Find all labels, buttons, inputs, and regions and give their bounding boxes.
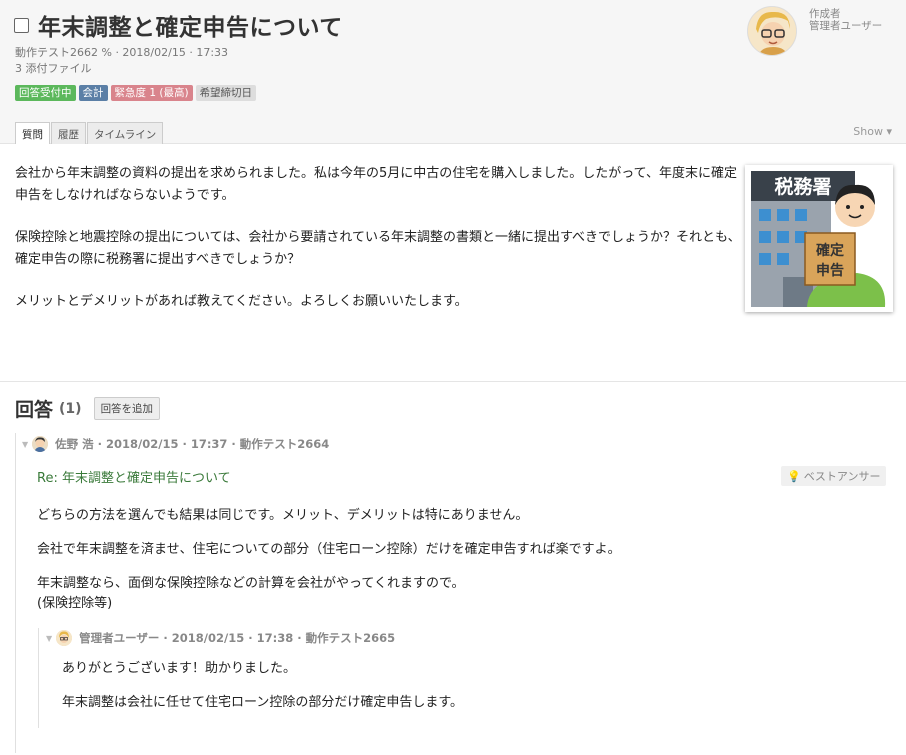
sign-text: 税務署	[774, 175, 831, 198]
tax-office-illustration[interactable]: 税務署 確定 申告	[745, 165, 893, 312]
paper-text-1: 確定	[816, 242, 844, 259]
reply-meta-text: 管理者ユーザー · 2018/02/15 · 17:38 · 動作テスト2665	[79, 631, 396, 645]
answer-body: どちらの方法を選んでも結果は同じです。メリット、デメリットは特にありません。 会…	[37, 506, 837, 614]
status-badge[interactable]: 回答受付中	[15, 85, 76, 101]
author-block: 作成者 管理者ユーザー	[747, 6, 884, 56]
tag-list: 回答受付中 会計 緊急度 1 (最高) 希望締切日	[15, 85, 257, 101]
lightbulb-icon: 💡	[787, 469, 801, 483]
answer-meta-text: 佐野 浩 · 2018/02/15 · 17:37 · 動作テスト2664	[55, 437, 330, 451]
tab-history[interactable]: 履歴	[51, 122, 86, 144]
collapse-icon[interactable]: ▼	[46, 634, 52, 643]
thread-line	[15, 433, 16, 753]
answers-header: 回答 (1) 回答を追加	[15, 395, 161, 422]
question-paragraph: メリットとデメリットがあれば教えてください。よろしくお願いいたします。	[15, 294, 468, 309]
author-avatar-icon	[748, 7, 796, 55]
best-answer-label: ベストアンサー	[803, 470, 881, 483]
answers-title: 回答	[15, 399, 54, 421]
answerer-avatar-icon	[32, 436, 49, 452]
paper-text-2: 申告	[816, 262, 844, 279]
answer-title-link[interactable]: Re: 年末調整と確定申告について	[37, 467, 231, 486]
category-badge[interactable]: 会計	[78, 85, 108, 101]
title-row: 年末調整と確定申告について	[14, 8, 343, 42]
question-meta: 動作テスト2662 % · 2018/02/15 · 17:33	[15, 46, 229, 59]
question-header: 年末調整と確定申告について 動作テスト2662 % · 2018/02/15 ·…	[0, 0, 906, 144]
author-label: 作成者	[809, 8, 841, 20]
answers-count: (1)	[59, 400, 82, 417]
answer-meta: ▼ 佐野 浩 · 2018/02/15 · 17:37 · 動作テスト2664	[22, 436, 329, 452]
avatar[interactable]	[747, 6, 797, 56]
reply-meta: ▼ 管理者ユーザー · 2018/02/15 · 17:38 · 動作テスト26…	[46, 630, 395, 646]
reply-thread-line	[38, 628, 39, 728]
best-answer-button[interactable]: 💡 ベストアンサー	[781, 466, 887, 486]
author-text: 作成者 管理者ユーザー	[809, 6, 884, 32]
avatar[interactable]	[56, 630, 73, 646]
tab-bar: 質問 履歴 タイムライン	[15, 122, 164, 144]
reply-paragraph: ありがとうございます！助かりました。	[62, 661, 297, 676]
question-body: 会社から年末調整の資料の提出を求められました。私は今年の5月に中古の住宅を購入し…	[15, 163, 745, 333]
answer-paragraph: どちらの方法を選んでも結果は同じです。メリット、デメリットは特にありません。	[37, 508, 529, 523]
tab-question[interactable]: 質問	[15, 122, 50, 144]
urgency-badge[interactable]: 緊急度 1 (最高)	[110, 85, 193, 101]
attachments-link[interactable]: 3 添付ファイル	[15, 60, 92, 76]
author-name[interactable]: 管理者ユーザー	[809, 20, 884, 32]
collapse-icon[interactable]: ▼	[22, 440, 28, 449]
answer-paragraph: 年末調整なら、面倒な保険控除などの計算を会社がやってくれますので。	[37, 576, 465, 591]
show-dropdown[interactable]: Show ▾	[853, 125, 892, 138]
show-label: Show	[853, 125, 883, 138]
question-paragraph: 会社から年末調整の資料の提出を求められました。私は今年の5月に中古の住宅を購入し…	[15, 166, 737, 203]
add-answer-button[interactable]: 回答を追加	[93, 397, 161, 420]
question-paragraph: 保険控除と地震控除の提出については、会社から要請されている年末調整の書類と一緒に…	[15, 230, 741, 267]
reply-body: ありがとうございます！助かりました。 年末調整は会社に任せて住宅ローン控除の部分…	[62, 659, 463, 727]
reply-paragraph: 年末調整は会社に任せて住宅ローン控除の部分だけ確定申告します。	[62, 695, 464, 710]
answer-paragraph: (保険控除等)	[37, 596, 113, 611]
deadline-badge[interactable]: 希望締切日	[195, 85, 257, 101]
question-title: 年末調整と確定申告について	[38, 15, 343, 41]
avatar[interactable]	[32, 436, 49, 452]
tax-office-icon: 税務署 確定 申告	[751, 171, 886, 307]
answer-paragraph: 会社で年末調整を済ませ、住宅についての部分（住宅ローン控除）だけを確定申告すれば…	[37, 542, 621, 557]
section-divider	[0, 381, 906, 382]
tab-timeline[interactable]: タイムライン	[87, 122, 164, 144]
resolve-checkbox[interactable]	[14, 17, 29, 33]
admin-avatar-icon	[56, 630, 73, 646]
chevron-down-icon: ▾	[886, 125, 892, 138]
